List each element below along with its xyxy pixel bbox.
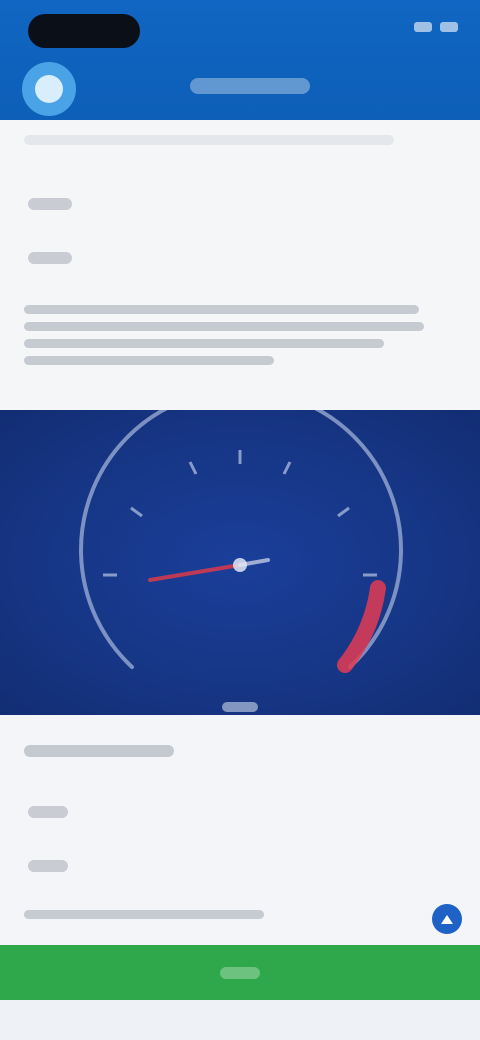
details-heading bbox=[24, 745, 174, 757]
description-line bbox=[24, 322, 424, 331]
start-action-button[interactable] bbox=[0, 945, 480, 1000]
arrow-up-icon bbox=[441, 914, 453, 924]
details-line bbox=[24, 910, 264, 919]
info-row-label bbox=[28, 198, 72, 210]
gauge-bottom-marker bbox=[222, 702, 258, 712]
details-row-label bbox=[28, 806, 68, 818]
navigation-area bbox=[0, 1000, 480, 1040]
app-logo-inner bbox=[35, 75, 63, 103]
gauge-ticks bbox=[103, 450, 377, 577]
info-card bbox=[0, 120, 480, 410]
gauge-needle bbox=[148, 558, 270, 582]
app-title bbox=[190, 78, 310, 94]
gauge-arc bbox=[79, 410, 403, 669]
info-row-label bbox=[28, 252, 72, 264]
info-card-subtitle bbox=[24, 135, 394, 145]
status-bar-camera-cutout bbox=[28, 14, 140, 48]
action-label-placeholder bbox=[220, 966, 260, 979]
signal-icon bbox=[414, 22, 432, 32]
details-row-label bbox=[28, 860, 68, 872]
description-line bbox=[24, 356, 274, 365]
description-line bbox=[24, 339, 384, 348]
app-logo-icon[interactable] bbox=[22, 62, 76, 116]
app-header bbox=[0, 0, 480, 120]
battery-icon bbox=[440, 22, 458, 32]
scroll-up-button[interactable] bbox=[432, 904, 462, 934]
description-line bbox=[24, 305, 419, 314]
speed-gauge bbox=[79, 410, 403, 712]
status-icons bbox=[414, 22, 458, 32]
gauge-level-indicator bbox=[337, 580, 386, 673]
speed-gauge-panel bbox=[0, 410, 480, 715]
